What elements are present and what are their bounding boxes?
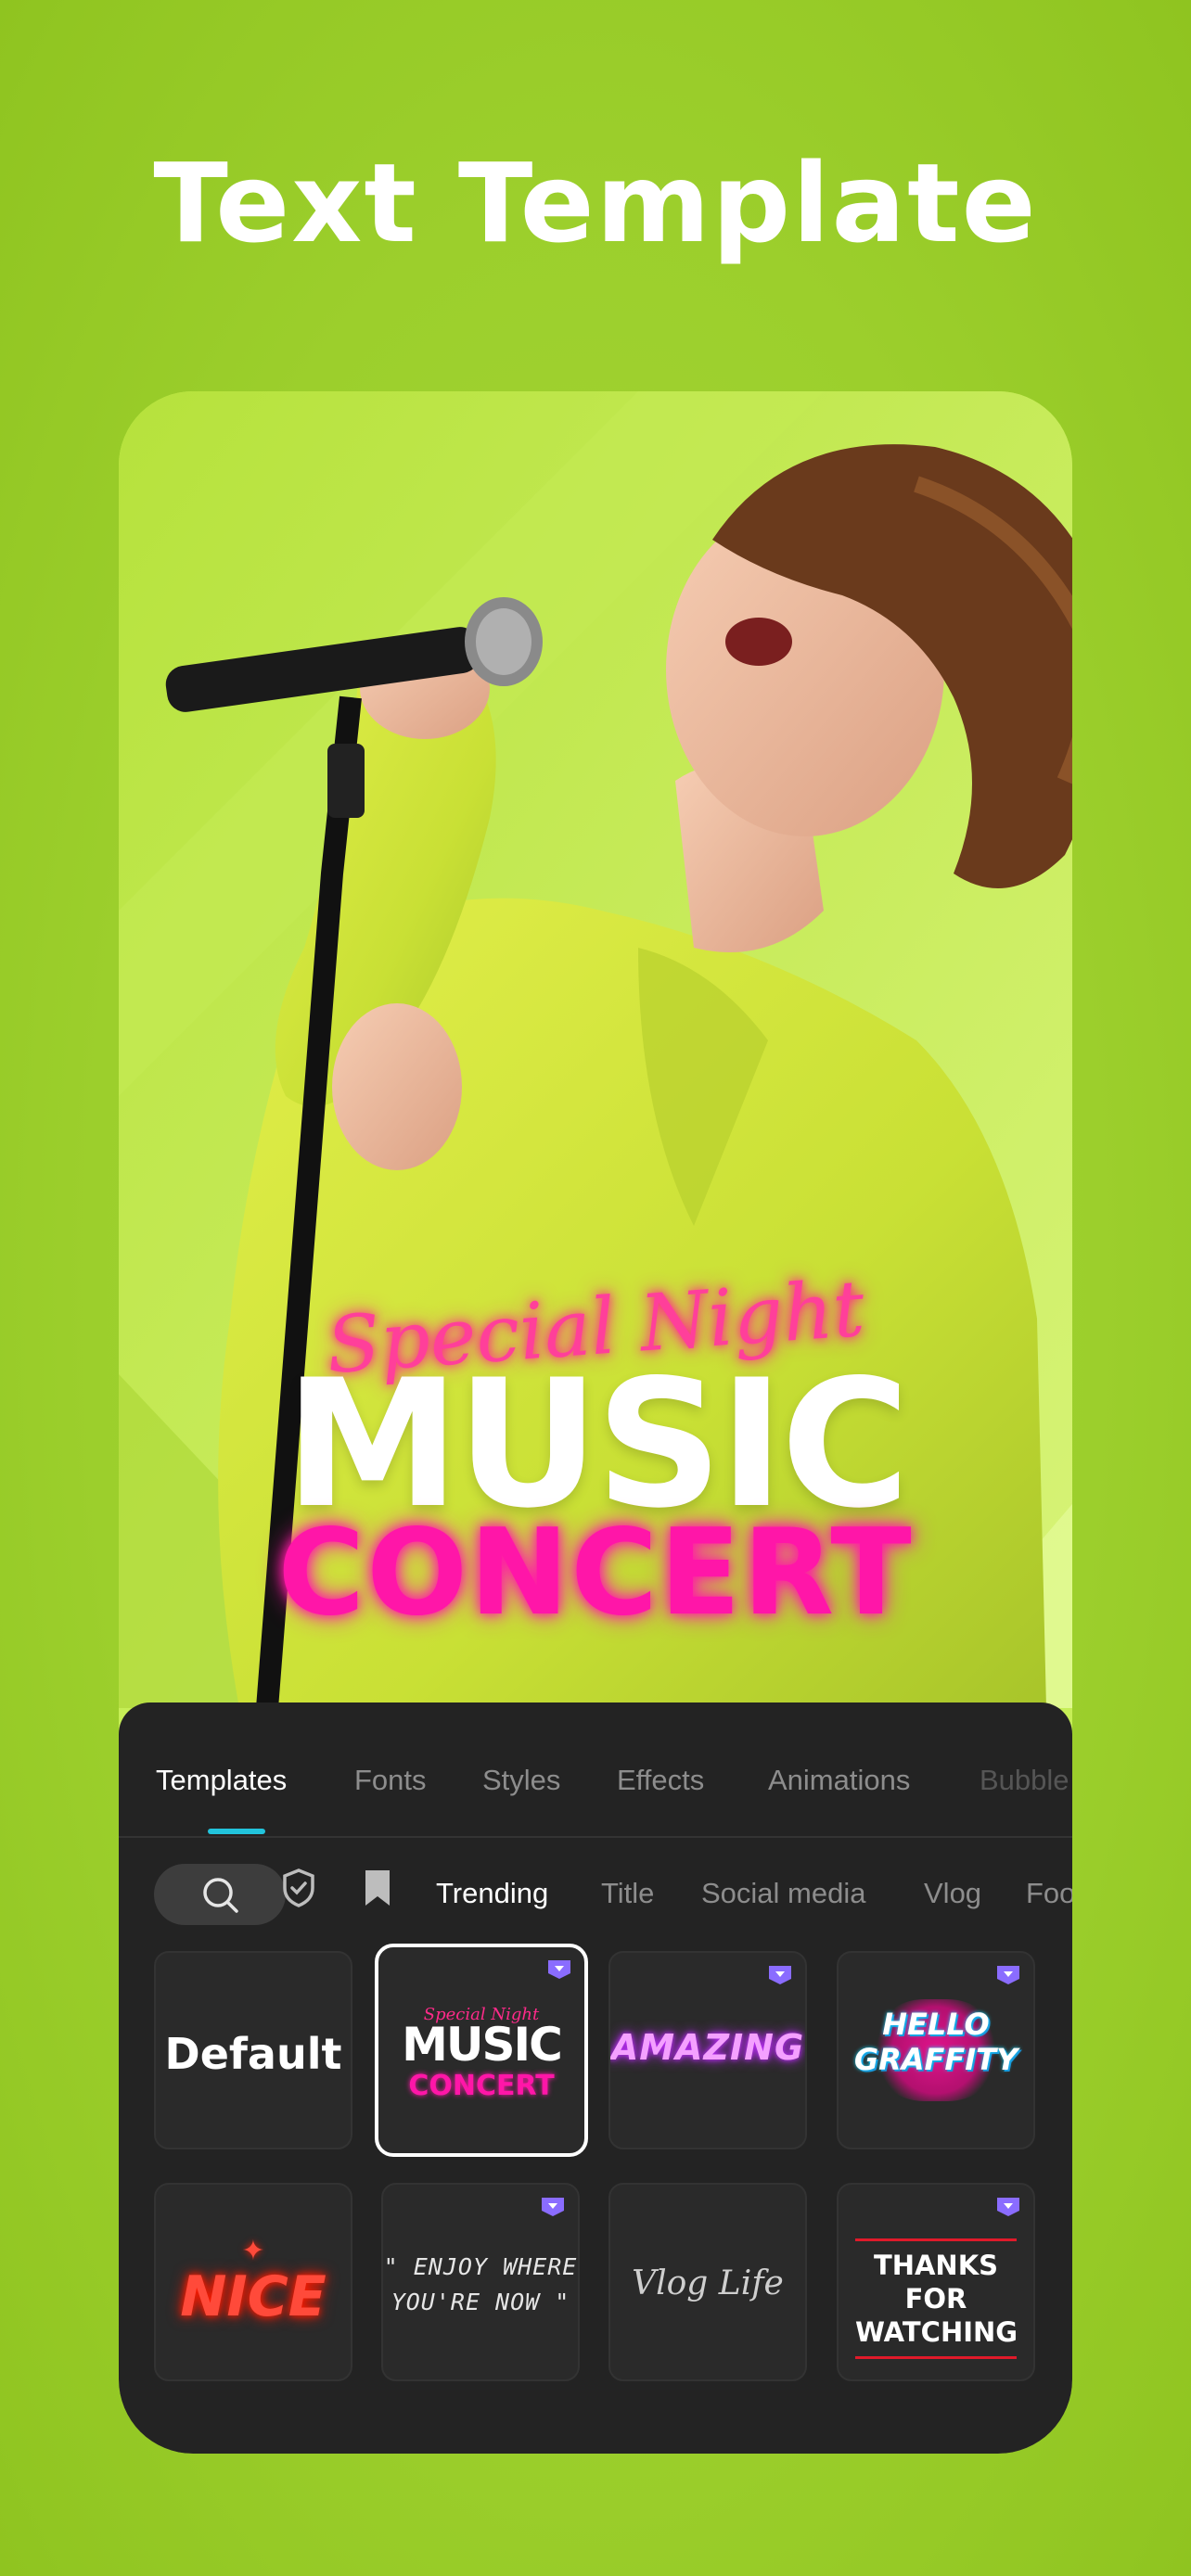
tile-label: " ENJOY WHERE YOU'RE NOW ": [383, 2250, 578, 2320]
category-tabs: Templates Fonts Styles Effects Animation…: [119, 1702, 1072, 1838]
filter-trending[interactable]: Trending: [436, 1877, 548, 1910]
tab-fonts[interactable]: Fonts: [354, 1764, 427, 1797]
phone-frame: Special Night MUSIC CONCERT Templates Fo…: [119, 391, 1072, 2454]
tab-bubble[interactable]: Bubble: [980, 1764, 1069, 1797]
active-tab-indicator: [208, 1829, 265, 1834]
search-button[interactable]: [154, 1864, 286, 1925]
premium-gem-icon: [548, 1960, 570, 1979]
filter-title[interactable]: Title: [601, 1877, 654, 1910]
template-tile-vlog-life[interactable]: Vlog Life: [608, 2183, 807, 2381]
shield-check-icon[interactable]: [280, 1868, 317, 1908]
tile-line-1: " ENJOY WHERE: [383, 2253, 578, 2280]
filter-bar: Trending Title Social media Vlog Foo: [119, 1836, 1072, 1947]
tab-templates[interactable]: Templates: [156, 1764, 287, 1797]
filter-social-media[interactable]: Social media: [701, 1877, 865, 1910]
template-tile-amazing[interactable]: AMAZING: [608, 1951, 807, 2149]
headline: Text Template: [153, 139, 1038, 267]
video-preview[interactable]: Special Night MUSIC CONCERT: [119, 391, 1072, 1708]
template-grid: Default Special Night MUSIC CONCERT AMAZ…: [119, 1944, 1072, 2454]
premium-gem-icon: [997, 1966, 1019, 1984]
tile-concert-text: CONCERT: [408, 2070, 555, 2102]
tile-label: Default: [164, 2029, 342, 2079]
template-tile-enjoy-where[interactable]: " ENJOY WHERE YOU'RE NOW ": [381, 2183, 580, 2381]
tile-line-2: WATCHING: [855, 2316, 1018, 2348]
template-tile-music-concert[interactable]: Special Night MUSIC CONCERT: [375, 1944, 588, 2157]
tile-line-1: THANKS FOR: [873, 2250, 999, 2315]
bookmark-icon[interactable]: [362, 1868, 393, 1908]
tab-animations[interactable]: Animations: [768, 1764, 910, 1797]
template-tile-thanks-for-watching[interactable]: THANKS FOR WATCHING: [837, 2183, 1035, 2381]
template-tile-nice[interactable]: ✦ NICE: [154, 2183, 352, 2381]
template-tile-default[interactable]: Default: [154, 1951, 352, 2149]
tile-label: Vlog Life: [632, 2264, 784, 2302]
tile-label: AMAZING: [610, 2027, 805, 2068]
premium-gem-icon: [542, 2198, 564, 2216]
filter-food[interactable]: Foo: [1026, 1877, 1072, 1910]
premium-gem-icon: [997, 2198, 1019, 2216]
tile-music-text: MUSIC: [402, 2018, 563, 2072]
overlay-concert-text: CONCERT: [277, 1504, 914, 1642]
filter-vlog[interactable]: Vlog: [924, 1877, 981, 1910]
tile-line-2: GRAFFITY: [853, 2042, 1018, 2077]
tile-label: HELLO GRAFFITY: [839, 2007, 1033, 2077]
tile-label: THANKS FOR WATCHING: [855, 2238, 1018, 2359]
tile-label: NICE: [180, 2264, 327, 2329]
search-icon: [203, 1878, 238, 1913]
premium-gem-icon: [769, 1966, 791, 1984]
text-template-panel: Templates Fonts Styles Effects Animation…: [119, 1702, 1072, 2454]
tile-line-1: HELLO: [882, 2007, 990, 2042]
tab-effects[interactable]: Effects: [617, 1764, 704, 1797]
tile-line-2: YOU'RE NOW ": [391, 2289, 570, 2315]
template-tile-hello-graffiti[interactable]: HELLO GRAFFITY: [837, 1951, 1035, 2149]
tab-styles[interactable]: Styles: [482, 1764, 560, 1797]
flame-icon: ✦: [241, 2236, 265, 2266]
